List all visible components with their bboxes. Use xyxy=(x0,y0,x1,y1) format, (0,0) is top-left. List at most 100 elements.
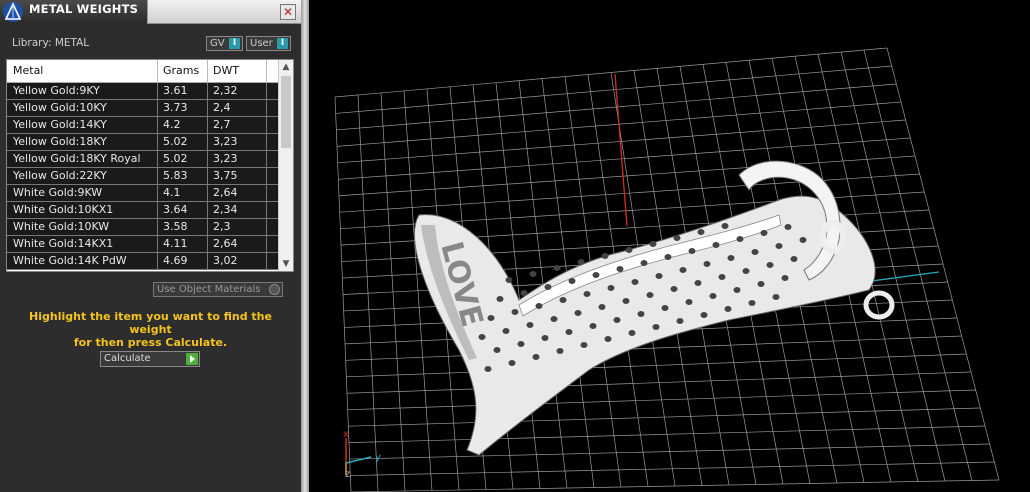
metal-cell: White Gold:14KX1 xyxy=(13,237,114,250)
header-metal[interactable]: Metal xyxy=(13,64,43,77)
gv-toggle-label: GV xyxy=(210,38,225,49)
gizmo-z-label: z xyxy=(345,469,350,480)
perforation-hole xyxy=(766,262,774,268)
perforation-hole xyxy=(508,360,516,366)
table-row[interactable]: White Gold:10KW 3.58 2,3 xyxy=(7,219,279,236)
grid-line xyxy=(886,47,1000,481)
perforation-hole xyxy=(751,249,759,255)
perforation-hole xyxy=(520,290,528,296)
metal-table: Metal Grams DWT Yellow Gold:9KY 3.61 2,32 Y… xyxy=(6,59,294,272)
dwt-cell: 3,23 xyxy=(213,135,238,148)
perforation-hole xyxy=(583,291,591,297)
perforation-hole xyxy=(559,297,567,303)
calculate-button[interactable]: Calculate xyxy=(100,351,200,367)
panel-splitter[interactable] xyxy=(301,0,309,492)
perforation-hole xyxy=(577,259,585,265)
grams-cell: 5.02 xyxy=(163,135,188,148)
metal-cell: Yellow Gold:9KY xyxy=(13,84,100,97)
perforation-hole xyxy=(775,243,783,249)
perforation-hole xyxy=(601,253,609,259)
table-row[interactable]: White Gold:9KW 4.1 2,64 xyxy=(7,185,279,202)
table-row[interactable]: White Gold:14K PdW 4.69 3,02 xyxy=(7,253,279,270)
gizmo-x-label: x xyxy=(343,429,349,440)
panel-title: METAL WEIGHTS xyxy=(29,2,139,16)
metal-cell: Yellow Gold:10KY xyxy=(13,101,107,114)
user-toggle-label: User xyxy=(250,38,273,49)
grid-line xyxy=(350,479,1000,492)
perforation-hole xyxy=(496,296,504,302)
panel-titlebar: METAL WEIGHTS ✕ xyxy=(0,0,301,24)
perforation-hole xyxy=(799,237,807,243)
perforation-hole xyxy=(556,348,564,354)
perforation-hole xyxy=(733,287,741,293)
dwt-cell: 2,34 xyxy=(213,203,238,216)
dwt-cell: 2,64 xyxy=(213,186,238,199)
library-label: Library: METAL xyxy=(12,37,90,49)
perforation-hole xyxy=(517,341,525,347)
perforation-hole xyxy=(535,303,543,309)
3d-viewport[interactable]: LOVE x y z xyxy=(309,0,1030,492)
table-row[interactable]: White Gold:10KX1 3.64 2,34 xyxy=(7,202,279,219)
perforation-hole xyxy=(784,224,792,230)
metal-cell: White Gold:10KX1 xyxy=(13,203,114,216)
close-button[interactable]: ✕ xyxy=(280,4,296,20)
table-row[interactable]: Yellow Gold:18KY 5.02 3,23 xyxy=(7,134,279,151)
perforation-hole xyxy=(655,273,663,279)
radio-indicator-icon xyxy=(269,284,280,295)
perforation-hole xyxy=(703,261,711,267)
dwt-cell: 3,02 xyxy=(213,254,238,267)
perforation-hole xyxy=(652,324,660,330)
table-row[interactable]: Yellow Gold:9KY 3.61 2,32 xyxy=(7,83,279,100)
grams-cell: 4.1 xyxy=(163,186,181,199)
use-object-materials-toggle[interactable]: Use Object Materials xyxy=(153,282,283,297)
perforation-hole xyxy=(727,255,735,261)
grams-cell: 3.58 xyxy=(163,220,188,233)
grams-cell: 4.11 xyxy=(163,237,188,250)
grid-line xyxy=(349,443,990,460)
grams-cell: 3.64 xyxy=(163,203,188,216)
instruction-line-2: for then press Calculate. xyxy=(73,336,228,349)
metal-cell: Yellow Gold:18KY Royal xyxy=(13,152,141,165)
gv-toggle[interactable]: GV I xyxy=(206,36,243,51)
table-row[interactable]: Yellow Gold:14KY 4.2 2,7 xyxy=(7,117,279,134)
perforation-hole xyxy=(544,284,552,290)
perforation-hole xyxy=(568,278,576,284)
instruction-line-1: Highlight the item you want to find the … xyxy=(29,310,272,336)
header-grams[interactable]: Grams xyxy=(163,64,199,77)
perforation-hole xyxy=(613,317,621,323)
play-icon xyxy=(186,353,198,365)
table-row[interactable]: White Gold:14KX1 4.11 2,64 xyxy=(7,236,279,253)
perforation-hole xyxy=(502,328,510,334)
user-toggle[interactable]: User I xyxy=(246,36,291,51)
scroll-thumb[interactable] xyxy=(281,76,291,148)
perforation-hole xyxy=(724,306,732,312)
perforation-hole xyxy=(673,235,681,241)
table-row[interactable]: Yellow Gold:18KY Royal 5.02 3,23 xyxy=(7,151,279,168)
table-rows: Yellow Gold:9KY 3.61 2,32 Yellow Gold:10KY 3… xyxy=(7,83,279,270)
perforation-hole xyxy=(700,312,708,318)
metal-cell: White Gold:9KW xyxy=(13,186,103,199)
grams-cell: 3.61 xyxy=(163,84,188,97)
metal-cell: White Gold:14K PdW xyxy=(13,254,127,267)
jewelry-model[interactable]: LOVE xyxy=(414,160,895,456)
table-row[interactable]: Yellow Gold:22KY 5.83 3,75 xyxy=(7,168,279,185)
perforation-hole xyxy=(697,229,705,235)
table-scrollbar[interactable]: ▲ ▼ xyxy=(278,60,293,271)
perforation-hole xyxy=(553,265,561,271)
metal-cell: White Gold:10KW xyxy=(13,220,110,233)
scroll-up-icon[interactable]: ▲ xyxy=(281,62,291,72)
perforation-hole xyxy=(529,271,537,277)
perforation-hole xyxy=(694,280,702,286)
dwt-cell: 2,4 xyxy=(213,101,231,114)
perforation-hole xyxy=(625,247,633,253)
instruction-text: Highlight the item you want to find the … xyxy=(10,310,291,349)
perforation-hole xyxy=(526,322,534,328)
use-object-materials-label: Use Object Materials xyxy=(157,284,261,295)
perforation-hole xyxy=(676,318,684,324)
scroll-down-icon[interactable]: ▼ xyxy=(281,259,291,269)
user-indicator-icon: I xyxy=(277,38,288,49)
grid-line xyxy=(348,425,986,443)
header-dwt[interactable]: DWT xyxy=(213,64,239,77)
perforation-hole xyxy=(649,241,657,247)
table-row[interactable]: Yellow Gold:10KY 3.73 2,4 xyxy=(7,100,279,117)
